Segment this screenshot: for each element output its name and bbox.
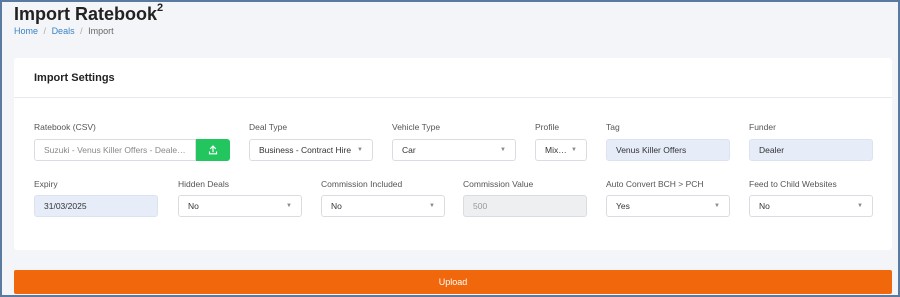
auto-convert-label: Auto Convert BCH > PCH [606, 179, 704, 189]
upload-button[interactable]: Upload [14, 270, 892, 294]
breadcrumb-deals[interactable]: Deals [52, 26, 75, 36]
chevron-down-icon: ▼ [429, 203, 435, 209]
tag-value: Venus Killer Offers [616, 145, 687, 155]
breadcrumb-home[interactable]: Home [14, 26, 38, 36]
profile-select[interactable]: Mixed ▼ [535, 139, 587, 161]
commission-value-label: Commission Value [463, 179, 534, 189]
page-title-text: Import Ratebook [14, 4, 158, 24]
card-title: Import Settings [14, 58, 892, 98]
commission-included-select[interactable]: No ▼ [321, 195, 445, 217]
page-title: Import Ratebook2 [14, 2, 164, 25]
ratebook-upload-button[interactable] [196, 139, 230, 161]
funder-label: Funder [749, 122, 776, 132]
expiry-label: Expiry [34, 179, 58, 189]
breadcrumb: Home / Deals / Import [14, 26, 114, 36]
auto-convert-value: Yes [616, 201, 630, 211]
chevron-down-icon: ▼ [571, 147, 577, 153]
funder-value: Dealer [759, 145, 785, 155]
commission-included-value: No [331, 201, 342, 211]
tag-input[interactable]: Venus Killer Offers [606, 139, 730, 161]
profile-value: Mixed [545, 145, 568, 155]
chevron-down-icon: ▼ [857, 203, 863, 209]
breadcrumb-separator: / [43, 26, 47, 36]
import-settings-card: Import Settings Ratebook (CSV) Suzuki - … [14, 58, 892, 250]
vehicle-type-value: Car [402, 145, 416, 155]
ratebook-file-input[interactable]: Suzuki - Venus Killer Offers - Dealer.xl… [34, 139, 196, 161]
deal-type-value: Business - Contract Hire [259, 145, 352, 155]
breadcrumb-separator: / [80, 26, 83, 36]
commission-value-input: 500 [463, 195, 587, 217]
tag-label: Tag [606, 122, 620, 132]
ratebook-label: Ratebook (CSV) [34, 122, 96, 132]
auto-convert-select[interactable]: Yes ▼ [606, 195, 730, 217]
hidden-deals-select[interactable]: No ▼ [178, 195, 302, 217]
chevron-down-icon: ▼ [714, 203, 720, 209]
upload-icon [208, 145, 218, 155]
page-title-sup: 2 [157, 2, 164, 14]
chevron-down-icon: ▼ [357, 147, 363, 153]
profile-label: Profile [535, 122, 560, 132]
chevron-down-icon: ▼ [500, 147, 506, 153]
deal-type-select[interactable]: Business - Contract Hire ▼ [249, 139, 373, 161]
funder-input[interactable]: Dealer [749, 139, 873, 161]
deal-type-label: Deal Type [249, 122, 288, 132]
feed-child-value: No [759, 201, 770, 211]
commission-included-label: Commission Included [321, 179, 403, 189]
expiry-value: 31/03/2025 [44, 201, 87, 211]
ratebook-file-name: Suzuki - Venus Killer Offers - Dealer.xl… [44, 145, 186, 155]
hidden-deals-label: Hidden Deals [178, 179, 230, 189]
feed-child-label: Feed to Child Websites [749, 179, 837, 189]
hidden-deals-value: No [188, 201, 199, 211]
commission-value-value: 500 [473, 201, 488, 211]
vehicle-type-select[interactable]: Car ▼ [392, 139, 516, 161]
breadcrumb-current: Import [88, 26, 114, 36]
vehicle-type-label: Vehicle Type [392, 122, 441, 132]
expiry-input[interactable]: 31/03/2025 [34, 195, 158, 217]
chevron-down-icon: ▼ [286, 203, 292, 209]
feed-child-select[interactable]: No ▼ [749, 195, 873, 217]
